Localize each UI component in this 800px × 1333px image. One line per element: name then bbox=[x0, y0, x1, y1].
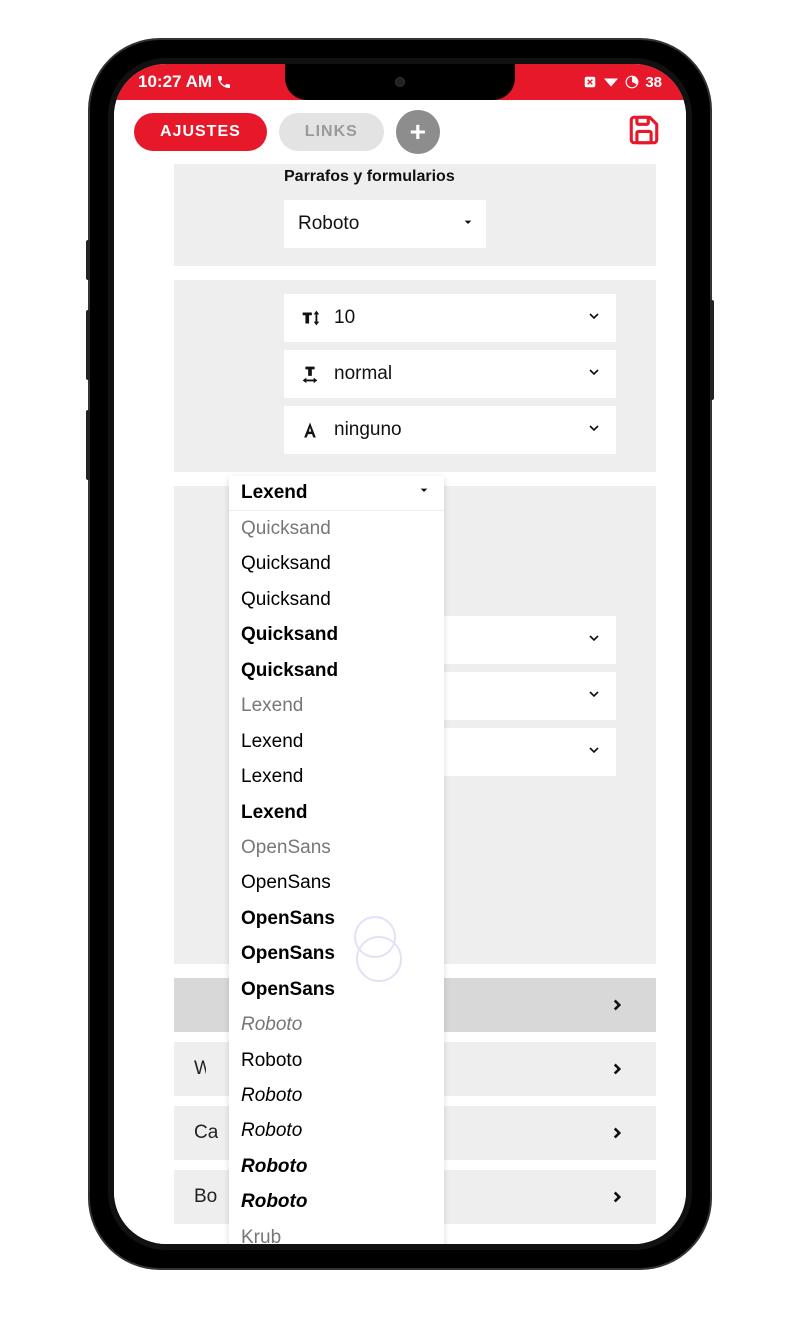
wifi-icon bbox=[603, 75, 619, 89]
dropdown-item[interactable]: OpenSans bbox=[229, 865, 444, 900]
text-width-icon bbox=[298, 363, 322, 385]
dropdown-selected-label: Lexend bbox=[241, 482, 308, 504]
dropdown-item[interactable]: Roboto bbox=[229, 1007, 444, 1042]
dropdown-selected[interactable]: Lexend bbox=[229, 476, 444, 511]
dropdown-item[interactable]: Roboto bbox=[229, 1149, 444, 1184]
text-transform-select[interactable]: ninguno bbox=[284, 406, 616, 454]
side-button-right bbox=[710, 300, 714, 400]
dropdown-item[interactable]: Quicksand bbox=[229, 582, 444, 617]
dropdown-item[interactable]: Lexend bbox=[229, 688, 444, 723]
caret-down-icon bbox=[460, 214, 476, 235]
dropdown-item[interactable]: Quicksand bbox=[229, 617, 444, 652]
tab-ajustes[interactable]: AJUSTES bbox=[134, 113, 267, 151]
dropdown-item[interactable]: Lexend bbox=[229, 759, 444, 794]
dropdown-item[interactable]: Roboto bbox=[229, 1078, 444, 1113]
dropdown-item[interactable]: OpenSans bbox=[229, 972, 444, 1007]
font-value: Roboto bbox=[298, 213, 448, 235]
chevron-right-icon bbox=[608, 990, 626, 1021]
nav-label-w: W bbox=[194, 1058, 206, 1080]
plus-icon: + bbox=[410, 116, 426, 148]
dropdown-item[interactable]: Krub bbox=[229, 1220, 444, 1244]
status-time: 10:27 AM bbox=[138, 72, 212, 92]
phone-frame: 10:27 AM 38 bbox=[90, 40, 710, 1268]
content-area: Parrafos y formularios Roboto bbox=[114, 164, 686, 1244]
chevron-down-icon bbox=[586, 420, 602, 441]
letter-spacing-value: normal bbox=[334, 363, 574, 385]
font-size-value: 10 bbox=[334, 307, 574, 329]
battery-icon bbox=[625, 75, 639, 89]
phone-notch bbox=[285, 64, 515, 100]
section-parrafos: Parrafos y formularios Roboto bbox=[174, 164, 656, 266]
dropdown-item[interactable]: Lexend bbox=[229, 795, 444, 830]
status-battery-text: 38 bbox=[645, 74, 662, 91]
text-height-icon bbox=[298, 307, 322, 329]
add-button[interactable]: + bbox=[396, 110, 440, 154]
chevron-down-icon bbox=[586, 630, 602, 651]
chevron-down-icon bbox=[586, 686, 602, 707]
save-button[interactable] bbox=[622, 110, 666, 154]
chevron-down-icon bbox=[586, 742, 602, 763]
touch-indicator-icon bbox=[354, 916, 396, 958]
dropdown-item[interactable]: OpenSans bbox=[229, 936, 444, 971]
chevron-down-icon bbox=[586, 308, 602, 329]
caret-down-icon bbox=[416, 482, 432, 504]
tab-links[interactable]: LINKS bbox=[279, 113, 384, 151]
phone-icon bbox=[216, 74, 232, 90]
save-icon bbox=[627, 113, 661, 152]
section-parrafos-fields: 10 normal bbox=[174, 280, 656, 472]
font-dropdown[interactable]: Lexend QuicksandQuicksandQuicksandQuicks… bbox=[229, 476, 444, 1244]
dropdown-item[interactable]: Quicksand bbox=[229, 511, 444, 546]
dropdown-item[interactable]: Roboto bbox=[229, 1113, 444, 1148]
chevron-down-icon bbox=[586, 364, 602, 385]
section-title-parrafos: Parrafos y formularios bbox=[174, 164, 656, 192]
toolbar: AJUSTES LINKS + bbox=[114, 100, 686, 164]
letter-spacing-select[interactable]: normal bbox=[284, 350, 616, 398]
dropdown-list[interactable]: QuicksandQuicksandQuicksandQuicksandQuic… bbox=[229, 511, 444, 1244]
dropdown-item[interactable]: Lexend bbox=[229, 724, 444, 759]
nav-label-bo: Bo bbox=[194, 1186, 218, 1208]
chevron-right-icon bbox=[608, 1054, 626, 1085]
nav-label-ca: Ca bbox=[194, 1122, 218, 1144]
dropdown-item[interactable]: Quicksand bbox=[229, 653, 444, 688]
chevron-right-icon bbox=[608, 1182, 626, 1213]
font-select-parrafos[interactable]: Roboto bbox=[284, 200, 486, 248]
side-buttons-left bbox=[86, 240, 90, 510]
dropdown-item[interactable]: Quicksand bbox=[229, 546, 444, 581]
dropdown-item[interactable]: Roboto bbox=[229, 1043, 444, 1078]
font-size-select[interactable]: 10 bbox=[284, 294, 616, 342]
text-transform-value: ninguno bbox=[334, 419, 574, 441]
chevron-right-icon bbox=[608, 1118, 626, 1149]
dropdown-item[interactable]: Roboto bbox=[229, 1184, 444, 1219]
dropdown-item[interactable]: OpenSans bbox=[229, 830, 444, 865]
dropdown-item[interactable]: OpenSans bbox=[229, 901, 444, 936]
close-box-icon bbox=[583, 75, 597, 89]
font-icon bbox=[298, 420, 322, 440]
